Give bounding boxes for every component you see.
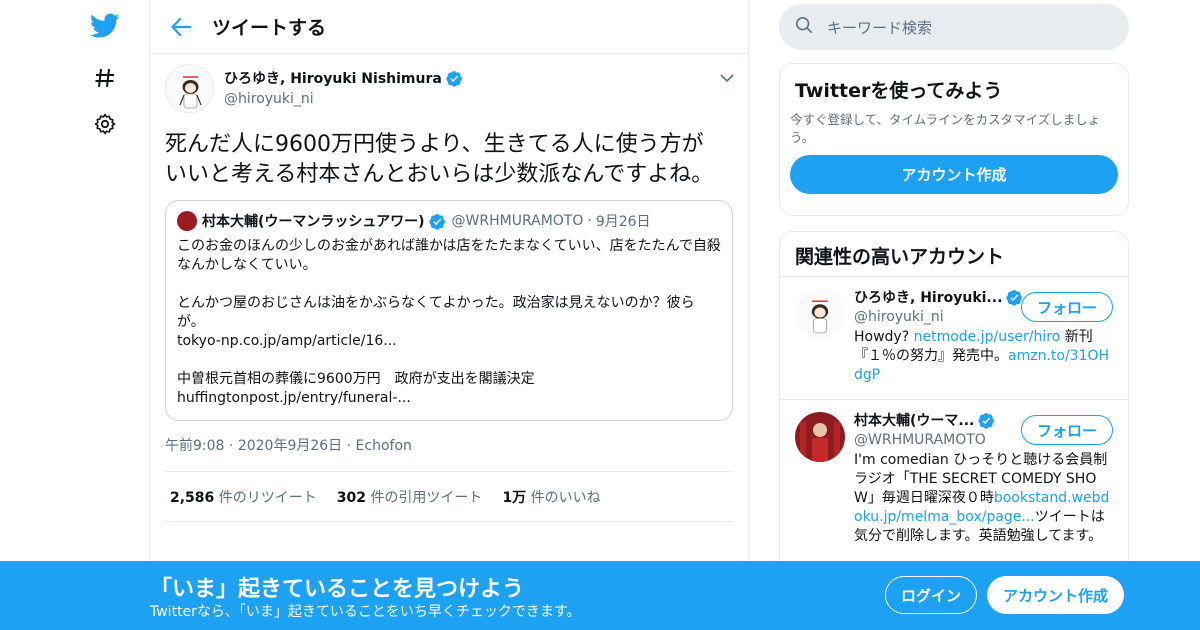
account-bio: I'm comedian ひっそりと聴ける会員制ラジオ「THE SECRET C… <box>854 451 1114 546</box>
signup-card-title: Twitterを使ってみよう <box>795 80 1003 102</box>
chevron-down-icon[interactable] <box>720 68 734 87</box>
tweet-meta: 午前9:08 · 2020年9月26日 · Echofon <box>165 435 733 472</box>
tweet-stats: 2,586 件のリツイート 302 件の引用ツイート 1万 件のいいね <box>165 472 733 522</box>
account-name: ひろゆき, Hiroyuki... <box>854 290 1003 306</box>
bio-text: Howdy? <box>854 329 914 345</box>
quoted-tweet[interactable]: 村本大輔(ウーマンラッシュアワー) @WRHMURAMOTO · 9月26日 こ… <box>165 200 733 421</box>
quoted-date: 9月26日 <box>595 214 651 230</box>
hashtag-explore-icon[interactable] <box>89 62 121 94</box>
back-arrow-icon[interactable] <box>150 0 212 54</box>
retweets-count: 2,586 <box>170 489 215 506</box>
quotes-count: 302 <box>336 489 366 506</box>
signup-button[interactable]: アカウント作成 <box>987 576 1124 614</box>
quoted-text: このお金のほんの少しのお金があれば誰かは店をたたまなくていい、店をたたんで自殺な… <box>177 238 721 406</box>
verified-badge-icon <box>446 70 463 87</box>
retweets-stat[interactable]: 2,586 件のリツイート <box>170 487 317 507</box>
search-box[interactable]: キーワード検索 <box>779 4 1129 50</box>
likes-label: 件のいいね <box>530 489 601 506</box>
login-button[interactable]: ログイン <box>885 576 977 614</box>
quoted-avatar <box>177 211 197 231</box>
author-handle[interactable]: @hiroyuki_ni <box>224 91 463 107</box>
author-name[interactable]: ひろゆき, Hiroyuki Nishimura <box>224 68 442 88</box>
verified-badge-icon <box>428 213 446 230</box>
quoted-author-handle: @WRHMURAMOTO <box>451 213 584 229</box>
follow-button[interactable]: フォロー <box>1021 292 1113 322</box>
account-bio: Howdy? netmode.jp/user/hiro 新刊『１％の努力』発売中… <box>854 328 1114 385</box>
settings-gear-icon[interactable] <box>89 108 121 140</box>
verified-badge-icon <box>978 412 995 429</box>
tweet: ひろゆき, Hiroyuki Nishimura @hiroyuki_ni 死ん… <box>150 54 748 522</box>
tweet-author: ひろゆき, Hiroyuki Nishimura @hiroyuki_ni <box>165 64 733 116</box>
list-item[interactable]: ひろゆき, Hiroyuki... @hiroyuki_ni Howdy? ne… <box>780 277 1128 400</box>
tweet-time[interactable]: 午前9:08 <box>165 438 224 454</box>
avatar[interactable] <box>795 289 845 339</box>
quotes-stat[interactable]: 302 件の引用ツイート <box>337 487 483 507</box>
likes-count: 1万 <box>502 489 527 506</box>
main-column: ツイートする ひろゆき, Hiroyuki Nishimura @hiroyuk… <box>149 0 749 630</box>
avatar[interactable] <box>795 412 845 462</box>
signup-card: Twitterを使ってみよう 今すぐ登録して、タイムラインをカスタマイズしましょ… <box>779 63 1129 216</box>
tweet-date[interactable]: 2020年9月26日 <box>238 438 342 454</box>
tweet-text: 死んだ人に9600万円使うより、生きてる人に使う方がいいと考える村本さんとおいら… <box>165 132 714 187</box>
dot-separator: · <box>587 213 592 229</box>
tweet-source[interactable]: Echofon <box>356 438 412 454</box>
twitter-logo-icon[interactable] <box>89 10 121 42</box>
banner-title: 「いま」起きていることを見つけよう <box>150 577 525 602</box>
banner-subtitle: Twitterなら、「いま」起きていることをいち早くチェックできます。 <box>150 604 581 620</box>
quoted-author-name: 村本大輔(ウーマンラッシュアワー) <box>202 214 425 230</box>
quotes-label: 件の引用ツイート <box>370 489 483 506</box>
follow-button[interactable]: フォロー <box>1021 415 1113 445</box>
left-nav <box>0 0 150 630</box>
likes-stat[interactable]: 1万 件のいいね <box>502 487 600 507</box>
signup-banner: 「いま」起きていることを見つけよう Twitterなら、「いま」起きていることを… <box>0 561 1200 630</box>
dot-separator: · <box>346 438 356 454</box>
search-icon <box>795 16 813 38</box>
page-title: ツイートする <box>212 17 327 39</box>
page-header: ツイートする <box>150 0 748 54</box>
bio-link[interactable]: netmode.jp/user/hiro <box>914 329 1061 345</box>
create-account-button[interactable]: アカウント作成 <box>790 155 1118 194</box>
related-accounts-title: 関連性の高いアカウント <box>780 232 1128 277</box>
retweets-label: 件のリツイート <box>218 489 317 506</box>
search-input[interactable]: キーワード検索 <box>827 17 932 38</box>
dot-separator: · <box>228 438 238 454</box>
signup-card-description: 今すぐ登録して、タイムラインをカスタマイズしましょう。 <box>790 112 1101 145</box>
account-name: 村本大輔(ウーマ... <box>854 413 975 429</box>
avatar[interactable] <box>165 64 214 113</box>
